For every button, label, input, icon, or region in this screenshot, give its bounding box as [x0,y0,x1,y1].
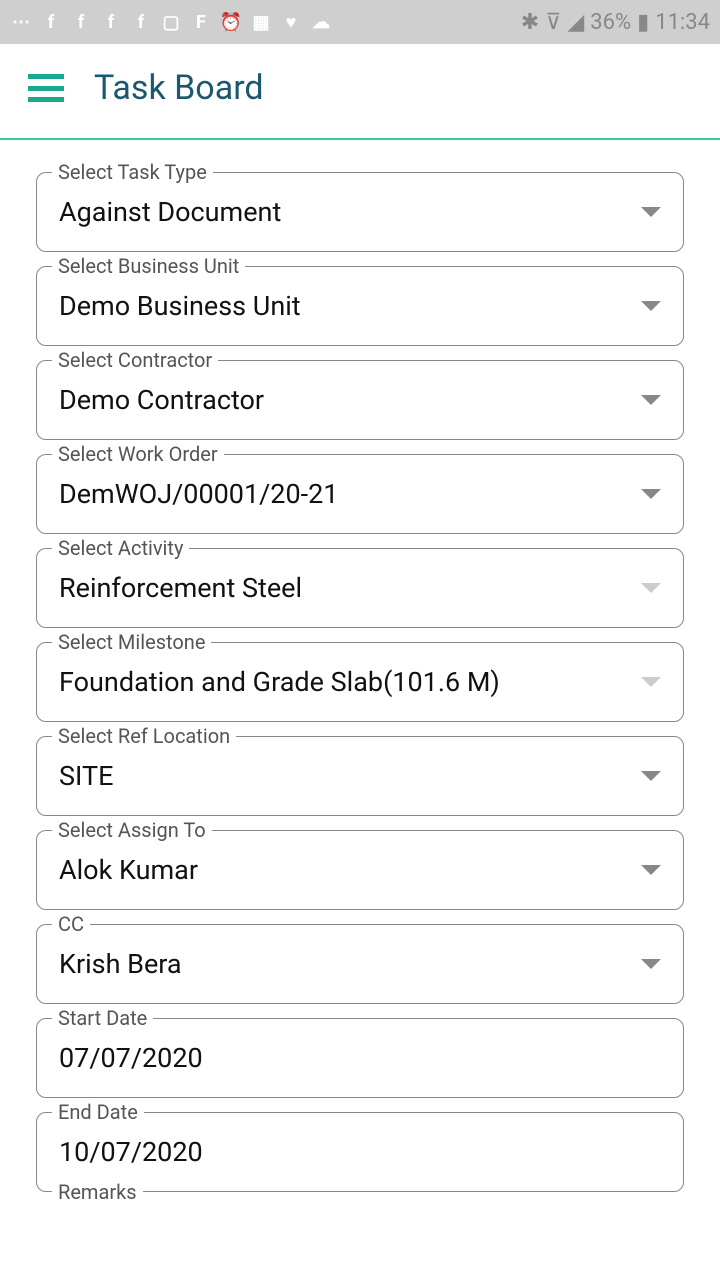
activity-value: Reinforcement Steel [59,572,302,604]
start-date-value: 07/07/2020 [59,1042,203,1074]
battery-percent: 36% [590,10,631,35]
ref-location-label: Select Ref Location [52,724,236,748]
task-form: Select Task Type Against Document Select… [0,140,720,1192]
bluetooth-icon: ✱ [521,10,539,35]
contractor-field: Select Contractor Demo Contractor [36,360,684,440]
clock-time: 11:34 [655,10,710,35]
battery-icon: ▮ [637,10,649,35]
business-unit-label: Select Business Unit [52,254,245,278]
chevron-down-icon [641,301,661,311]
remarks-label: Remarks [52,1180,143,1204]
business-unit-select[interactable]: Demo Business Unit [36,266,684,346]
assign-to-select[interactable]: Alok Kumar [36,830,684,910]
work-order-value: DemWOJ/00001/20-21 [59,478,338,510]
chevron-down-icon [641,207,661,217]
status-left-icons: ⋯ f f f f ▢ F ⏰ ▦ ♥ ☁ [10,11,332,33]
end-date-value: 10/07/2020 [59,1136,203,1168]
cc-value: Krish Bera [59,948,182,980]
app-header: Task Board [0,44,720,138]
cc-label: CC [52,912,90,936]
task-type-value: Against Document [59,196,281,228]
milestone-label: Select Milestone [52,630,211,654]
status-bar: ⋯ f f f f ▢ F ⏰ ▦ ♥ ☁ ✱ ⊽ ◢ 36% ▮ 11:34 [0,0,720,44]
assign-to-value: Alok Kumar [59,854,198,886]
business-unit-value: Demo Business Unit [59,290,301,322]
start-date-input[interactable]: 07/07/2020 [36,1018,684,1098]
task-type-field: Select Task Type Against Document [36,172,684,252]
alarm-icon: ⏰ [220,11,242,33]
chevron-down-icon [641,677,661,687]
ref-location-select[interactable]: SITE [36,736,684,816]
chevron-down-icon [641,865,661,875]
work-order-label: Select Work Order [52,442,224,466]
business-unit-field: Select Business Unit Demo Business Unit [36,266,684,346]
task-type-label: Select Task Type [52,160,213,184]
activity-label: Select Activity [52,536,189,560]
ref-location-value: SITE [59,760,113,792]
page-title: Task Board [94,68,264,108]
cloud-icon: ☁ [310,11,332,33]
end-date-label: End Date [52,1100,144,1124]
flipboard-icon: F [190,11,212,33]
status-right-icons: ✱ ⊽ ◢ 36% ▮ 11:34 [521,10,710,35]
start-date-field: Start Date 07/07/2020 [36,1018,684,1098]
milestone-select[interactable]: Foundation and Grade Slab(101.6 M) [36,642,684,722]
chevron-down-icon [641,959,661,969]
chevron-down-icon [641,583,661,593]
notification-dots-icon: ⋯ [10,11,32,33]
assign-to-field: Select Assign To Alok Kumar [36,830,684,910]
milestone-value: Foundation and Grade Slab(101.6 M) [59,666,500,698]
facebook-icon: f [100,11,122,33]
milestone-field: Select Milestone Foundation and Grade Sl… [36,642,684,722]
chevron-down-icon [641,771,661,781]
start-date-label: Start Date [52,1006,153,1030]
cc-field: CC Krish Bera [36,924,684,1004]
work-order-field: Select Work Order DemWOJ/00001/20-21 [36,454,684,534]
work-order-select[interactable]: DemWOJ/00001/20-21 [36,454,684,534]
facebook-icon: f [70,11,92,33]
task-type-select[interactable]: Against Document [36,172,684,252]
cc-select[interactable]: Krish Bera [36,924,684,1004]
heart-icon: ♥ [280,11,302,33]
image-icon: ▢ [160,11,182,33]
signal-icon: ◢ [567,10,584,35]
facebook-icon: f [130,11,152,33]
menu-icon[interactable] [28,74,64,102]
activity-select[interactable]: Reinforcement Steel [36,548,684,628]
chevron-down-icon [641,489,661,499]
facebook-icon: f [40,11,62,33]
wifi-icon: ⊽ [545,10,561,35]
chevron-down-icon [641,395,661,405]
ref-location-field: Select Ref Location SITE [36,736,684,816]
activity-field: Select Activity Reinforcement Steel [36,548,684,628]
contractor-select[interactable]: Demo Contractor [36,360,684,440]
assign-to-label: Select Assign To [52,818,212,842]
contractor-value: Demo Contractor [59,384,264,416]
calendar-icon: ▦ [250,11,272,33]
contractor-label: Select Contractor [52,348,218,372]
